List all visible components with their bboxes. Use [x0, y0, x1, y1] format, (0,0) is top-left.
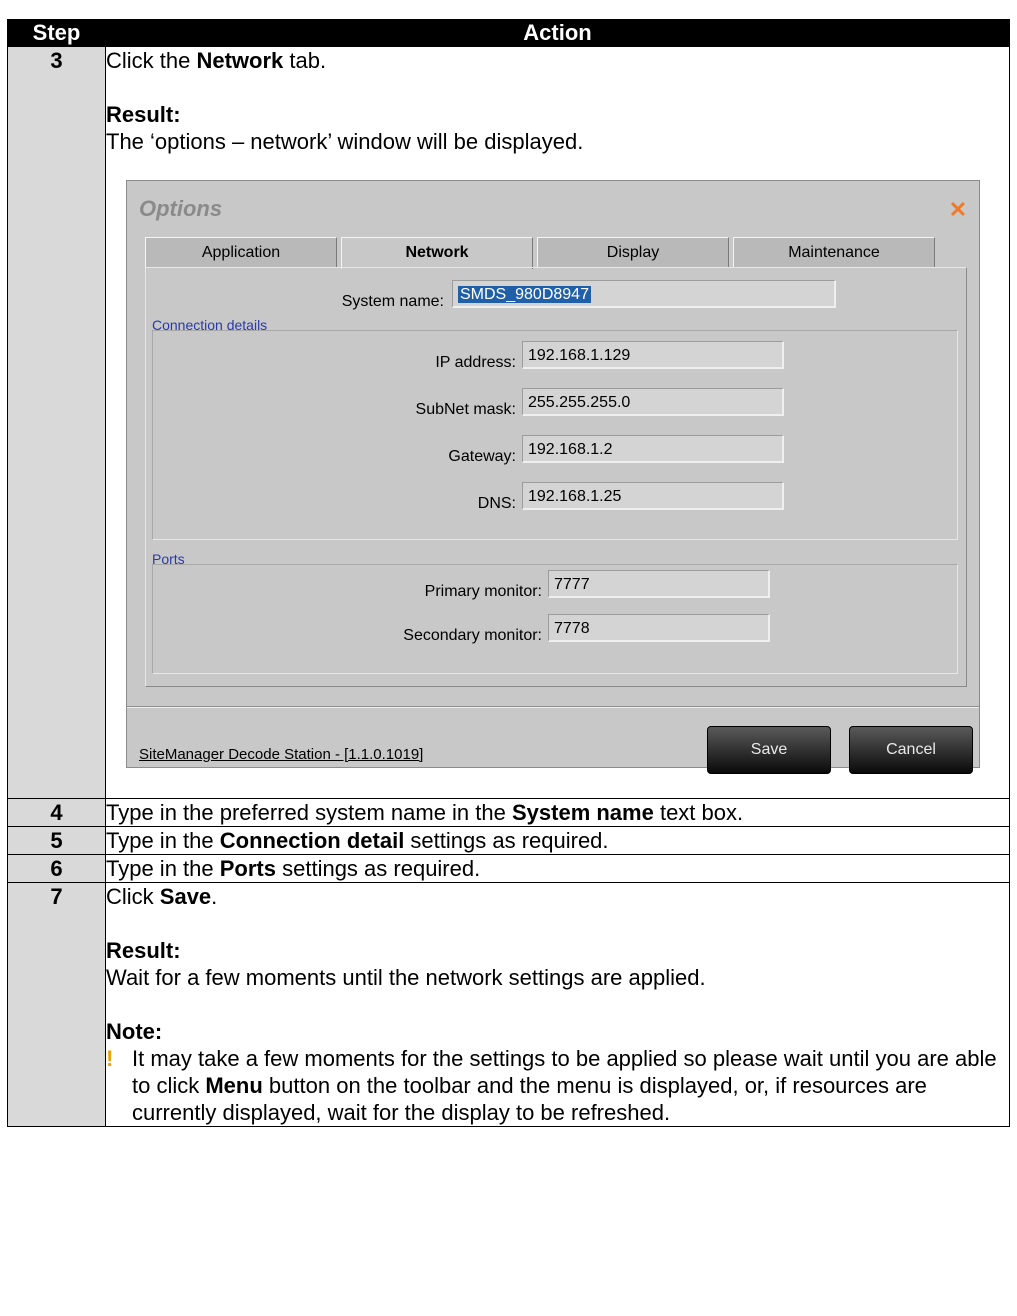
instruction-bold: System name — [511, 800, 654, 825]
instruction: Click the Network tab. — [106, 47, 1009, 74]
step-number: 3 — [7, 46, 106, 799]
table-row: 4 Type in the preferred system name in t… — [7, 798, 1010, 827]
network-tab-panel: System name: SMDS_980D8947 Connection de… — [145, 267, 967, 687]
tab-display[interactable]: Display — [537, 237, 729, 268]
dns-label: DNS: — [477, 495, 516, 512]
table-row: 3 Click the Network tab. Result: The ‘op… — [7, 46, 1010, 799]
version-footer: SiteManager Decode Station - [1.1.0.1019… — [139, 746, 424, 763]
step-number: 5 — [7, 826, 106, 855]
primary-monitor-label: Primary monitor: — [424, 583, 542, 600]
instruction-text: Type in the preferred system name in the — [106, 800, 512, 825]
footer-divider — [127, 706, 979, 708]
ip-address-label: IP address: — [435, 354, 516, 371]
note-text: It may take a few moments for the settin… — [132, 1045, 1009, 1126]
step-action: Type in the preferred system name in the… — [105, 798, 1010, 827]
instruction-text: Type in the — [106, 828, 220, 853]
dns-field[interactable]: 192.168.1.25 — [522, 482, 784, 510]
step-action: Click the Network tab. Result: The ‘opti… — [105, 46, 1010, 799]
dialog-title: Options — [139, 196, 223, 221]
note-bold: Menu — [205, 1073, 263, 1098]
exclamation-icon: ! — [106, 1046, 114, 1071]
instruction-bold: Network — [196, 48, 284, 73]
result-label: Result: — [106, 938, 181, 963]
instruction-text: Click — [106, 884, 160, 909]
tab-network[interactable]: Network — [341, 237, 533, 269]
step-column-header: Step — [7, 19, 106, 47]
secondary-monitor-label: Secondary monitor: — [403, 627, 542, 644]
ip-address-field[interactable]: 192.168.1.129 — [522, 341, 784, 369]
subnet-mask-field[interactable]: 255.255.255.0 — [522, 388, 784, 416]
cancel-button[interactable]: Cancel — [849, 726, 973, 774]
step-action: Click Save. Result: Wait for a few momen… — [105, 882, 1010, 1127]
step-number: 7 — [7, 882, 106, 1127]
instruction-bold: Connection detail — [219, 828, 405, 853]
options-dialog-screenshot: Options ✕ Application Network Display Ma… — [126, 180, 980, 774]
table-header-row: Step Action — [7, 19, 1010, 47]
system-name-field[interactable]: SMDS_980D8947 — [452, 280, 836, 308]
instruction-text: Click the — [106, 48, 197, 73]
instruction-text: tab. — [283, 48, 327, 73]
tab-maintenance[interactable]: Maintenance — [733, 237, 935, 268]
system-name-label: System name: — [341, 293, 444, 310]
note-label: Note: — [106, 1019, 163, 1044]
system-name-value: SMDS_980D8947 — [458, 286, 591, 303]
result-text: Wait for a few moments until the network… — [106, 965, 706, 990]
primary-monitor-field[interactable]: 7777 — [548, 570, 770, 598]
step-action: Type in the Connection detail settings a… — [105, 826, 1010, 855]
instruction-text: text box. — [653, 800, 744, 825]
instruction-text: . — [211, 884, 218, 909]
step-number: 4 — [7, 798, 106, 827]
secondary-monitor-field[interactable]: 7778 — [548, 614, 770, 642]
procedure-table: Step Action 3 Click the Network tab. Res… — [7, 19, 1010, 1127]
save-button[interactable]: Save — [707, 726, 831, 774]
table-row: 7 Click Save. Result: Wait for a few mom… — [7, 882, 1010, 1127]
action-column-header: Action — [105, 19, 1010, 47]
close-icon[interactable]: ✕ — [947, 199, 969, 221]
gateway-label: Gateway: — [448, 448, 516, 465]
instruction-bold: Save — [159, 884, 212, 909]
tab-application[interactable]: Application — [145, 237, 337, 268]
table-row: 5 Type in the Connection detail settings… — [7, 826, 1010, 855]
table-row: 6 Type in the Ports settings as required… — [7, 854, 1010, 883]
result-label: Result: — [106, 102, 181, 127]
gateway-field[interactable]: 192.168.1.2 — [522, 435, 784, 463]
step-action: Type in the Ports settings as required. — [105, 854, 1010, 883]
instruction-text: settings as required. — [276, 856, 481, 881]
instruction: Click Save. — [106, 883, 1009, 910]
step-number: 6 — [7, 854, 106, 883]
instruction-text: settings as required. — [404, 828, 609, 853]
subnet-mask-label: SubNet mask: — [415, 401, 516, 418]
note-item: ! It may take a few moments for the sett… — [106, 1045, 1009, 1126]
instruction-bold: Ports — [219, 856, 276, 881]
result-text: The ‘options – network’ window will be d… — [106, 129, 584, 154]
tab-bar: Application Network Display Maintenance — [145, 237, 935, 269]
instruction-text: Type in the — [106, 856, 220, 881]
